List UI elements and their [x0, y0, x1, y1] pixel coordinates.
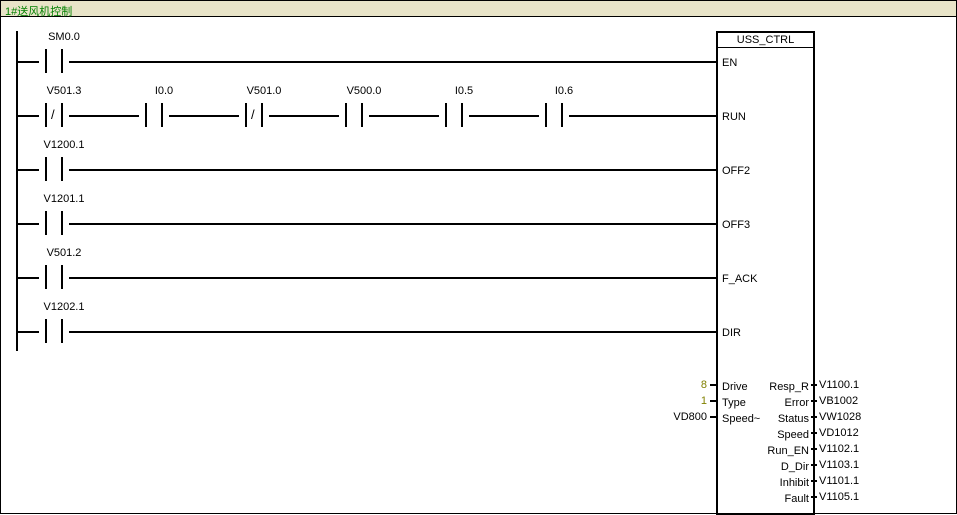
plc-ladder-editor: 1#送风机控制 USS_CTRL EN RUN OFF2 OFF3 F_ACK … — [0, 0, 957, 514]
fb-pin-run: RUN — [722, 111, 746, 123]
wire — [69, 61, 716, 63]
contact-no[interactable]: SM0.0 — [39, 49, 69, 73]
contact-label: I0.5 — [434, 85, 494, 97]
contact-nc[interactable]: / V501.0 — [239, 103, 269, 127]
contact-no[interactable]: V1202.1 — [39, 319, 69, 343]
contact-no[interactable]: V501.2 — [39, 265, 69, 289]
contact-nc[interactable]: / V501.3 — [39, 103, 69, 127]
wire — [69, 331, 716, 333]
fb-val-respr: V1100.1 — [819, 379, 859, 391]
contact-no[interactable]: I0.0 — [139, 103, 169, 127]
wire — [18, 277, 39, 279]
wire — [18, 223, 39, 225]
uss-ctrl-block: USS_CTRL EN RUN OFF2 OFF3 F_ACK DIR Driv… — [716, 31, 815, 515]
fb-pin-speed: Speed — [777, 429, 809, 441]
fb-tick — [710, 416, 716, 418]
fb-pin-inhibit: Inhibit — [780, 477, 809, 489]
wire — [18, 61, 39, 63]
contact-label: I0.0 — [134, 85, 194, 97]
fb-tick — [811, 496, 817, 498]
fb-pin-status: Status — [778, 413, 809, 425]
fb-tick — [710, 384, 716, 386]
fb-val-ddir: V1103.1 — [819, 459, 859, 471]
wire — [69, 223, 716, 225]
fb-tick — [811, 416, 817, 418]
contact-label: V500.0 — [334, 85, 394, 97]
contact-no[interactable]: V1200.1 — [39, 157, 69, 181]
contact-label: V1200.1 — [34, 139, 94, 151]
fb-tick — [811, 448, 817, 450]
fb-pin-off3: OFF3 — [722, 219, 750, 231]
wire — [469, 115, 539, 117]
wire — [18, 169, 39, 171]
fb-val-type: 1 — [661, 395, 707, 407]
fb-pin-type: Type — [722, 397, 746, 409]
contact-label: V501.3 — [34, 85, 94, 97]
fb-tick — [811, 480, 817, 482]
fb-pin-off2: OFF2 — [722, 165, 750, 177]
fb-pin-ddir: D_Dir — [781, 461, 809, 473]
ladder-diagram: USS_CTRL EN RUN OFF2 OFF3 F_ACK DIR Driv… — [1, 17, 956, 513]
wire — [69, 169, 716, 171]
wire — [18, 331, 39, 333]
fb-pin-error: Error — [785, 397, 809, 409]
wire — [269, 115, 339, 117]
contact-label: I0.6 — [534, 85, 594, 97]
power-rail — [16, 31, 18, 351]
fb-pin-respr: Resp_R — [769, 381, 809, 393]
fb-tick — [811, 432, 817, 434]
contact-label: V501.2 — [34, 247, 94, 259]
wire — [369, 115, 439, 117]
contact-label: V1202.1 — [34, 301, 94, 313]
fb-pin-dir: DIR — [722, 327, 741, 339]
fb-val-speedsp: VD800 — [661, 411, 707, 423]
contact-label: V1201.1 — [34, 193, 94, 205]
contact-no[interactable]: I0.5 — [439, 103, 469, 127]
fb-val-runen: V1102.1 — [819, 443, 859, 455]
network-title-bar: 1#送风机控制 — [1, 1, 956, 17]
fb-tick — [811, 400, 817, 402]
fb-pin-fault: Fault — [785, 493, 809, 505]
wire — [18, 115, 39, 117]
wire — [569, 115, 716, 117]
fb-val-status: VW1028 — [819, 411, 861, 423]
fb-tick — [811, 384, 817, 386]
fb-val-error: VB1002 — [819, 395, 858, 407]
wire — [69, 115, 139, 117]
contact-no[interactable]: V1201.1 — [39, 211, 69, 235]
fb-tick — [811, 464, 817, 466]
fb-val-drive: 8 — [661, 379, 707, 391]
fb-title: USS_CTRL — [718, 33, 813, 48]
fb-pin-drive: Drive — [722, 381, 748, 393]
contact-no[interactable]: V500.0 — [339, 103, 369, 127]
fb-pin-fack: F_ACK — [722, 273, 757, 285]
fb-val-fault: V1105.1 — [819, 491, 859, 503]
fb-val-speed: VD1012 — [819, 427, 859, 439]
wire — [169, 115, 239, 117]
contact-no[interactable]: I0.6 — [539, 103, 569, 127]
fb-pin-speed-sp: Speed~ — [722, 413, 760, 425]
fb-val-inhibit: V1101.1 — [819, 475, 859, 487]
fb-tick — [710, 400, 716, 402]
fb-pin-en: EN — [722, 57, 737, 69]
contact-label: V501.0 — [234, 85, 294, 97]
contact-label: SM0.0 — [34, 31, 94, 43]
wire — [69, 277, 716, 279]
fb-pin-runen: Run_EN — [767, 445, 809, 457]
